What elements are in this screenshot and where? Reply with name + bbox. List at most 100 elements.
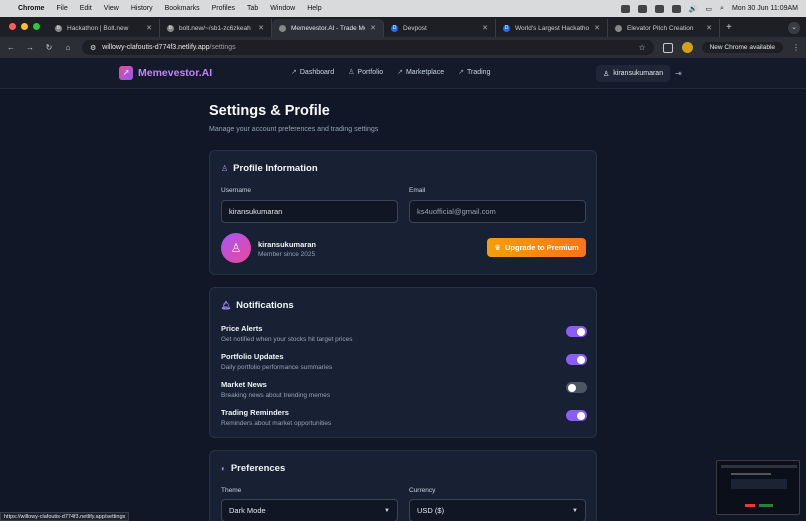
chrome-menu-icon[interactable]: ⋮ bbox=[792, 43, 800, 52]
search-icon[interactable]: ⌕ bbox=[720, 5, 724, 13]
close-tab-icon[interactable]: ✕ bbox=[146, 24, 152, 32]
status-bar-url: https://willowy-clafoutis-d774f3.netlify… bbox=[0, 512, 130, 521]
browser-tab[interactable]: D Devpost ✕ bbox=[384, 19, 496, 37]
theme-select[interactable]: Dark Mode ▼ bbox=[221, 499, 398, 521]
devpost-favicon-icon: D bbox=[391, 24, 398, 32]
close-tab-icon[interactable]: ✕ bbox=[594, 24, 600, 32]
notification-desc: Get notified when your stocks hit target… bbox=[221, 336, 353, 343]
menu-history[interactable]: History bbox=[131, 5, 153, 12]
globe-favicon-icon bbox=[615, 24, 622, 32]
profile-display-name: kiransukumaran bbox=[258, 240, 316, 249]
portfolio-updates-toggle[interactable] bbox=[566, 354, 587, 365]
menu-app-name[interactable]: Chrome bbox=[18, 5, 44, 12]
macos-menubar: Chrome File Edit View History Bookmarks … bbox=[0, 0, 806, 17]
picture-in-picture-preview[interactable] bbox=[716, 460, 800, 515]
app-name: Memevestor.AI bbox=[138, 67, 213, 79]
browser-tab[interactable]: b bolt.new/~/sb1-zc6zkeah ✕ bbox=[160, 19, 272, 37]
close-window-button[interactable] bbox=[9, 23, 16, 30]
tab-title: bolt.new/~/sb1-zc6zkeah bbox=[179, 24, 251, 32]
site-info-icon[interactable]: ⚙ bbox=[90, 44, 96, 52]
devpost-favicon-icon: D bbox=[503, 24, 510, 32]
nav-dashboard[interactable]: ↗ Dashboard bbox=[291, 68, 335, 77]
browser-tab[interactable]: Elevator Pitch Creation ✕ bbox=[608, 19, 720, 37]
zoom-window-button[interactable] bbox=[33, 23, 40, 30]
close-tab-icon[interactable]: ✕ bbox=[706, 24, 712, 32]
menu-tab[interactable]: Tab bbox=[247, 5, 258, 12]
extensions-icon[interactable] bbox=[662, 42, 673, 53]
battery-icon[interactable]: ▭ bbox=[705, 5, 712, 13]
bolt-favicon-icon: b bbox=[167, 24, 174, 32]
nav-marketplace[interactable]: ↗ Marketplace bbox=[397, 68, 444, 77]
preview-bar bbox=[731, 473, 771, 475]
trend-logo-icon: ↗ bbox=[119, 66, 133, 80]
crown-icon: ♛ bbox=[494, 243, 501, 252]
user-icon: ♙ bbox=[603, 70, 610, 78]
browser-tab-active[interactable]: Memevestor.AI - Trade Meme ✕ bbox=[272, 19, 384, 37]
username-input[interactable] bbox=[229, 207, 390, 216]
user-icon: ♙ bbox=[348, 69, 355, 76]
back-arrow-icon[interactable]: ← bbox=[6, 43, 16, 52]
close-tab-icon[interactable]: ✕ bbox=[370, 24, 376, 32]
upgrade-premium-button[interactable]: ♛ Upgrade to Premium bbox=[487, 238, 586, 257]
palette-icon: ◐ bbox=[221, 464, 226, 473]
browser-tab[interactable]: D World's Largest Hackathon p ✕ bbox=[496, 19, 608, 37]
logout-icon[interactable]: ⇥ bbox=[675, 69, 682, 78]
status-app-icon[interactable] bbox=[671, 4, 681, 13]
profile-avatar[interactable] bbox=[681, 42, 693, 53]
volume-icon[interactable]: 🔊 bbox=[689, 5, 698, 13]
menu-edit[interactable]: Edit bbox=[80, 5, 92, 12]
menu-bookmarks[interactable]: Bookmarks bbox=[165, 5, 200, 12]
address-bar[interactable]: ⚙ willowy-clafoutis-d774f3.netlify.app/s… bbox=[82, 40, 654, 55]
upgrade-label: Upgrade to Premium bbox=[504, 243, 579, 252]
menu-view[interactable]: View bbox=[104, 5, 119, 12]
trading-reminders-toggle[interactable] bbox=[566, 410, 587, 421]
status-app-icon[interactable] bbox=[637, 4, 647, 13]
clock[interactable]: Mon 30 Jun 11:09AM bbox=[732, 5, 798, 12]
chevron-down-icon: ▼ bbox=[384, 508, 390, 514]
status-app-icon[interactable] bbox=[620, 4, 630, 13]
preferences-card: ◐ Preferences Theme Dark Mode ▼ Currency… bbox=[209, 450, 597, 521]
tab-search-button[interactable]: ⌄ bbox=[788, 22, 800, 34]
theme-label: Theme bbox=[221, 487, 242, 494]
username-field[interactable] bbox=[221, 200, 398, 223]
new-tab-button[interactable]: + bbox=[720, 22, 738, 37]
status-app-icon[interactable] bbox=[654, 4, 664, 13]
browser-tab[interactable]: b Hackathon | Bolt.new ✕ bbox=[48, 19, 160, 37]
currency-label: Currency bbox=[409, 487, 436, 494]
notification-desc: Reminders about market opportunities bbox=[221, 420, 332, 427]
nav-trading[interactable]: ↗ Trading bbox=[458, 68, 490, 77]
user-menu-button[interactable]: ♙ kiransukumaran bbox=[596, 65, 671, 82]
new-chrome-available-button[interactable]: New Chrome available bbox=[701, 42, 783, 53]
menu-help[interactable]: Help bbox=[307, 5, 321, 12]
nav-label: Dashboard bbox=[299, 68, 335, 76]
bookmark-star-icon[interactable]: ☆ bbox=[638, 43, 645, 52]
forward-arrow-icon[interactable]: → bbox=[25, 43, 35, 52]
tab-title: Memevestor.AI - Trade Meme bbox=[291, 24, 365, 32]
toggle-knob bbox=[577, 327, 585, 336]
email-field[interactable] bbox=[409, 200, 586, 223]
page-subtitle: Manage your account preferences and trad… bbox=[209, 126, 379, 133]
price-alerts-toggle[interactable] bbox=[566, 326, 587, 337]
notification-desc: Breaking news about trending memes bbox=[221, 392, 331, 399]
currency-select[interactable]: USD ($) ▼ bbox=[409, 499, 586, 521]
menu-window[interactable]: Window bbox=[270, 5, 295, 12]
app-logo[interactable]: ↗ Memevestor.AI bbox=[119, 66, 212, 80]
tab-title: Devpost bbox=[403, 24, 427, 32]
close-tab-icon[interactable]: ✕ bbox=[258, 24, 264, 32]
url-text: willowy-clafoutis-d774f3.netlify.app/set… bbox=[102, 44, 235, 51]
menu-file[interactable]: File bbox=[56, 5, 67, 12]
page-title: Settings & Profile bbox=[209, 103, 330, 119]
notifications-card-title: 🔔︎ Notifications bbox=[221, 300, 294, 311]
email-input[interactable] bbox=[417, 207, 578, 216]
nav-portfolio[interactable]: ♙ Portfolio bbox=[348, 68, 384, 77]
notification-title: Trading Reminders bbox=[221, 408, 289, 417]
market-news-toggle[interactable] bbox=[566, 382, 587, 393]
reload-icon[interactable]: ↻ bbox=[44, 43, 54, 52]
minimize-window-button[interactable] bbox=[21, 23, 28, 30]
close-tab-icon[interactable]: ✕ bbox=[482, 24, 488, 32]
nav-label: Portfolio bbox=[357, 68, 384, 76]
notification-desc: Daily portfolio performance summaries bbox=[221, 364, 333, 371]
menu-profiles[interactable]: Profiles bbox=[212, 5, 235, 12]
toggle-knob bbox=[568, 383, 576, 392]
home-icon[interactable]: ⌂ bbox=[63, 43, 73, 52]
